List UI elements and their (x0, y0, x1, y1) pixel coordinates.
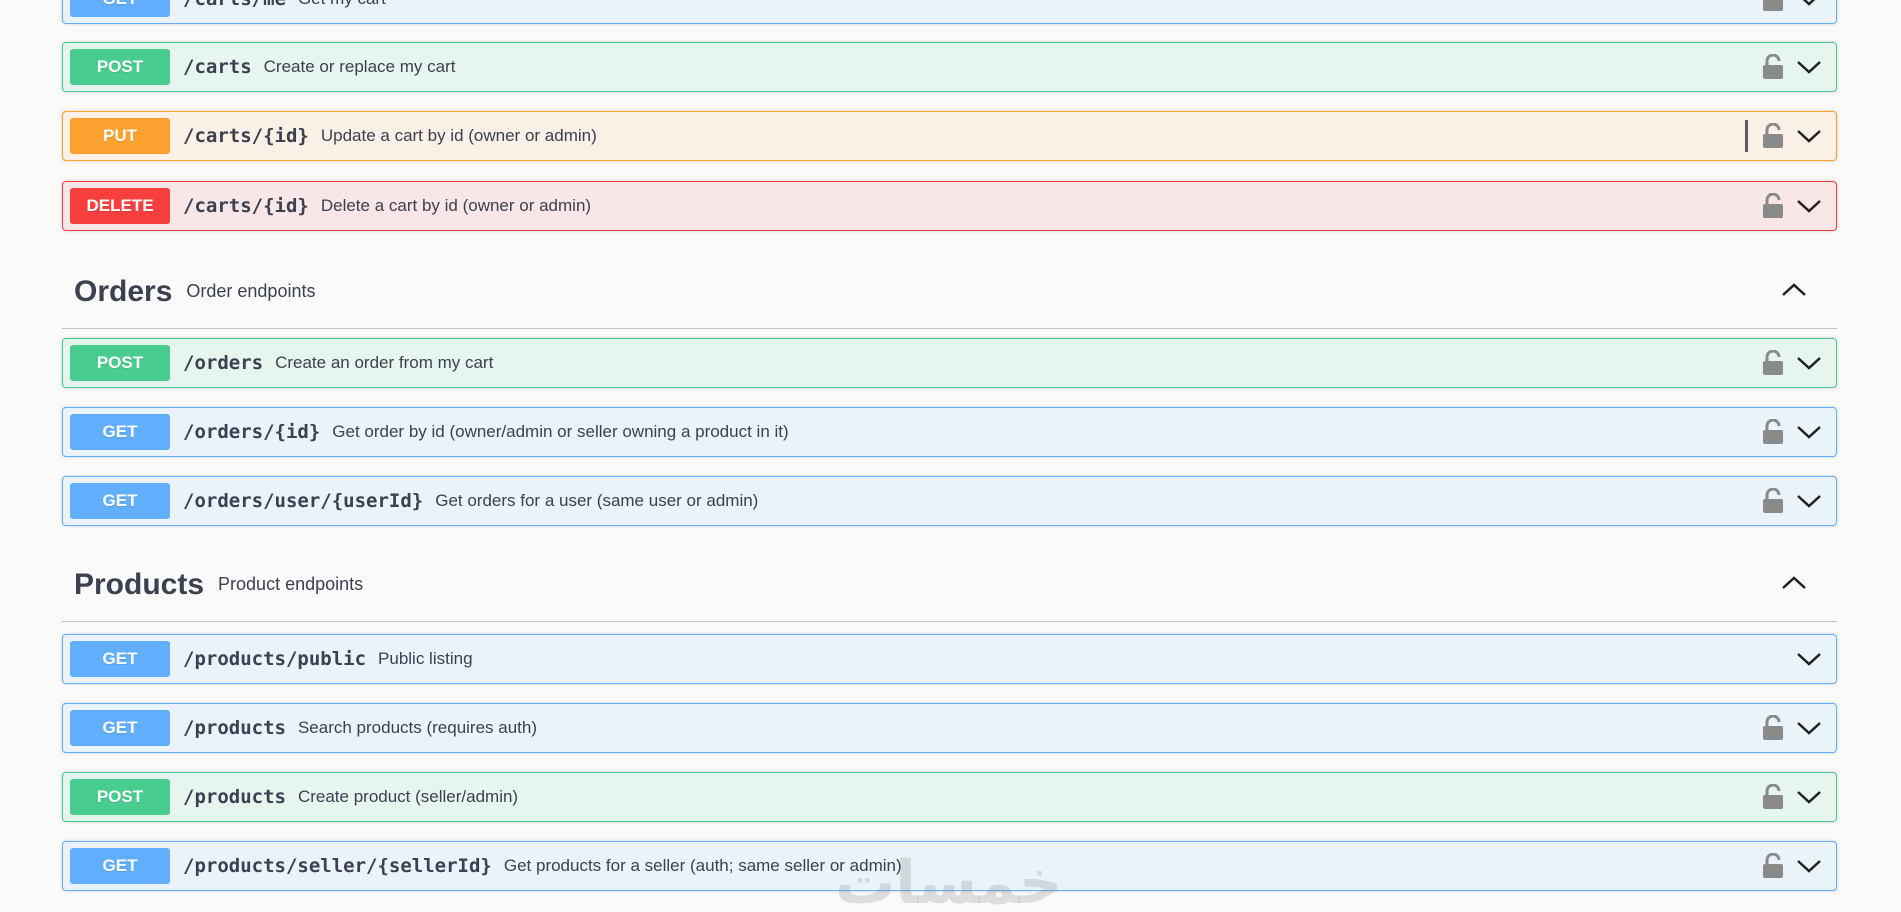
tag-section-orders[interactable]: Orders Order endpoints (62, 255, 1837, 329)
operation-summary: Get order by id (owner/admin or seller o… (332, 422, 789, 441)
chevron-down-icon[interactable] (1796, 197, 1822, 215)
operation-summary: Delete a cart by id (owner or admin) (320, 196, 592, 215)
lock-icon[interactable] (1762, 853, 1784, 879)
method-badge: POST (70, 49, 170, 85)
chevron-down-icon[interactable] (1796, 650, 1822, 668)
operation-summary: Search products (requires auth) (297, 718, 538, 737)
operation-path: /orders (183, 352, 264, 374)
lock-icon[interactable] (1762, 0, 1784, 12)
watermark-logo: خمسات (835, 848, 1063, 912)
chevron-down-icon[interactable] (1796, 788, 1822, 806)
operation-post-products[interactable]: POST /products Create product (seller/ad… (62, 772, 1837, 822)
chevron-up-icon[interactable] (1781, 574, 1807, 592)
operation-path: /products/seller/{sellerId} (183, 855, 492, 877)
tag-title: Products (74, 567, 205, 601)
lock-icon[interactable] (1762, 419, 1784, 445)
lock-icon[interactable] (1762, 54, 1784, 80)
method-badge: POST (70, 779, 170, 815)
chevron-down-icon[interactable] (1796, 857, 1822, 875)
tag-section-products[interactable]: Products Product endpoints (62, 548, 1837, 622)
operation-summary: Create an order from my cart (275, 353, 494, 372)
operation-get-products[interactable]: GET /products Search products (requires … (62, 703, 1837, 753)
lock-icon[interactable] (1762, 123, 1784, 149)
tag-title: Orders (74, 274, 173, 308)
operation-summary: Update a cart by id (owner or admin) (320, 126, 597, 145)
chevron-down-icon[interactable] (1796, 423, 1822, 441)
tag-description: Product endpoints (218, 574, 364, 594)
operation-summary: Get orders for a user (same user or admi… (435, 491, 759, 510)
method-badge: GET (70, 710, 170, 746)
operation-get-products-public[interactable]: GET /products/public Public listing (62, 634, 1837, 684)
operation-path: /carts (183, 56, 252, 78)
operation-path: /orders/{id} (183, 421, 321, 443)
lock-icon[interactable] (1762, 193, 1784, 219)
lock-icon[interactable] (1762, 350, 1784, 376)
method-badge: DELETE (70, 188, 170, 224)
method-badge: POST (70, 345, 170, 381)
chevron-down-icon[interactable] (1796, 719, 1822, 737)
chevron-down-icon[interactable] (1796, 492, 1822, 510)
lock-icon[interactable] (1762, 784, 1784, 810)
operation-get-orders-user[interactable]: GET /orders/user/{userId} Get orders for… (62, 476, 1837, 526)
swagger-operations-list: GET /carts/me Get my cart POST /carts Cr… (0, 0, 1901, 912)
operation-put-carts-id[interactable]: PUT /carts/{id} Update a cart by id (own… (62, 111, 1837, 161)
chevron-down-icon[interactable] (1796, 127, 1822, 145)
lock-icon[interactable] (1762, 488, 1784, 514)
method-badge: GET (70, 483, 170, 519)
operation-summary: Create or replace my cart (263, 57, 456, 76)
chevron-down-icon[interactable] (1796, 354, 1822, 372)
operation-post-carts[interactable]: POST /carts Create or replace my cart (62, 42, 1837, 92)
operation-path: /products (183, 786, 286, 808)
method-badge: GET (70, 0, 170, 17)
operation-get-orders-id[interactable]: GET /orders/{id} Get order by id (owner/… (62, 407, 1837, 457)
operation-delete-carts-id[interactable]: DELETE /carts/{id} Delete a cart by id (… (62, 181, 1837, 231)
operation-get-carts-me[interactable]: GET /carts/me Get my cart (62, 0, 1837, 24)
chevron-down-icon[interactable] (1796, 0, 1822, 8)
operation-path: /products/public (183, 648, 367, 670)
operation-path: /carts/me (183, 0, 286, 10)
operation-path: /orders/user/{userId} (183, 490, 424, 512)
method-badge: GET (70, 641, 170, 677)
operation-post-orders[interactable]: POST /orders Create an order from my car… (62, 338, 1837, 388)
operation-summary: Create product (seller/admin) (297, 787, 519, 806)
chevron-down-icon[interactable] (1796, 58, 1822, 76)
operation-summary: Public listing (378, 649, 473, 668)
method-badge: GET (70, 414, 170, 450)
operation-path: /products (183, 717, 286, 739)
method-badge: PUT (70, 118, 170, 154)
method-badge: GET (70, 848, 170, 884)
operation-summary: Get my cart (298, 0, 386, 9)
text-cursor (1745, 120, 1748, 152)
tag-description: Order endpoints (186, 281, 316, 301)
operation-path: /carts/{id} (183, 195, 309, 217)
chevron-up-icon[interactable] (1781, 281, 1807, 299)
operation-path: /carts/{id} (183, 125, 309, 147)
lock-icon[interactable] (1762, 715, 1784, 741)
